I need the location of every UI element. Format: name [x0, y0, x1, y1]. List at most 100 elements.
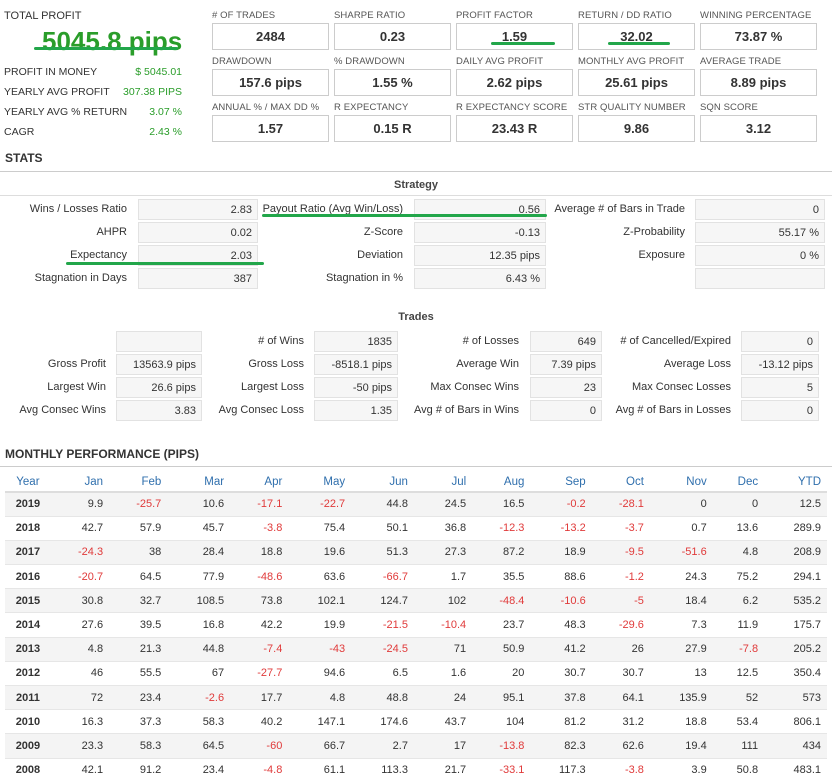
month-value-cell: 37.3: [109, 709, 168, 734]
trades-stat-value: 3.83: [116, 400, 202, 421]
metric-value: 23.43 R: [456, 115, 573, 142]
strategy-stat-label: AHPR: [96, 226, 127, 238]
trades-stat-value: [116, 331, 202, 352]
column-header[interactable]: Jul: [413, 472, 473, 493]
column-header[interactable]: May: [288, 472, 352, 493]
strategy-heading: Strategy: [393, 179, 439, 191]
month-value-cell: 174.6: [351, 709, 414, 734]
table-row: 2013 4.8 21.3 44.8 -7.4 -43 -24.5 71 50.9 41.2 26 2…: [5, 636, 827, 662]
month-value-cell: 17: [413, 733, 473, 759]
metric-value: 0.23: [334, 23, 451, 50]
month-value-cell: -48.4: [472, 588, 531, 613]
column-header[interactable]: Aug: [472, 472, 531, 493]
month-value-cell: 117.3: [530, 757, 592, 782]
month-value-cell: 350.4: [764, 660, 827, 686]
month-value-cell: -24.5: [351, 636, 414, 662]
metric-label: R EXPECTANCY SCORE: [456, 102, 568, 113]
metric-label: ANNUAL % / MAX DD %: [212, 102, 320, 113]
column-header[interactable]: Jun: [351, 472, 414, 493]
year-cell: 2013: [5, 636, 51, 662]
trades-stat-label: Largest Win: [47, 381, 106, 393]
trades-stat-label: Max Consec Losses: [631, 381, 731, 393]
month-value-cell: 48.8: [351, 684, 414, 710]
metric-value: 3.12: [700, 115, 817, 142]
table-row: 2011 72 23.4 -2.6 17.7 4.8 48.8 24 95.1 37.8 64.1 1…: [5, 684, 827, 710]
month-value-cell: 27.6: [50, 612, 110, 638]
month-value-cell: -10.4: [413, 612, 473, 638]
year-cell: 2018: [5, 515, 51, 541]
month-value-cell: 51.3: [351, 539, 414, 565]
column-header[interactable]: Mar: [167, 472, 231, 493]
strategy-stat-value: 12.35 pips: [414, 245, 546, 266]
strategy-stat-label: Expectancy: [70, 249, 127, 261]
month-value-cell: 91.2: [109, 757, 168, 782]
monthly-performance-table: Year Jan Feb Mar Apr May Jun Jul Aug Sep Oct Nov Dec…: [5, 472, 827, 782]
trades-stat-value: 1.35: [314, 400, 398, 421]
table-row: 2017 -24.3 38 28.4 18.8 19.6 51.3 27.3 87.2 18.9-…: [5, 539, 827, 565]
month-value-cell: 0: [649, 491, 713, 517]
column-header[interactable]: Jan: [50, 472, 110, 493]
month-value-cell: 17.7: [230, 684, 289, 710]
trades-stat-label: # of Wins: [258, 335, 304, 347]
column-header[interactable]: Dec: [712, 472, 765, 493]
stats-heading: STATS: [5, 151, 43, 165]
monthly-heading: MONTHLY PERFORMANCE (PIPS): [5, 447, 200, 461]
metric-label: SHARPE RATIO: [334, 10, 406, 21]
metric-value: 0.15 R: [334, 115, 451, 142]
column-header[interactable]: Year: [5, 472, 51, 493]
month-value-cell: 19.9: [288, 612, 352, 638]
trades-stat-value: 0: [741, 331, 819, 352]
month-value-cell: -9.5: [591, 539, 650, 565]
month-value-cell: 1.7: [413, 564, 473, 589]
month-value-cell: 31.2: [591, 709, 650, 734]
month-value-cell: 52: [712, 684, 765, 710]
trades-stat-label: Largest Loss: [241, 381, 304, 393]
profit-summary-value: 307.38 PIPS: [123, 86, 182, 98]
month-value-cell: -7.4: [230, 636, 289, 662]
month-value-cell: -5: [591, 588, 650, 613]
month-value-cell: 24: [413, 684, 473, 710]
column-header[interactable]: Sep: [530, 472, 592, 493]
strategy-stat-label: Stagnation in %: [325, 272, 403, 284]
month-value-cell: 19.6: [288, 539, 352, 565]
metric-label: # OF TRADES: [212, 10, 276, 21]
trades-stat-label: Average Loss: [663, 358, 731, 370]
metric-value: 73.87 %: [700, 23, 817, 50]
payout-ratio-highlight: [262, 214, 547, 217]
metric-card: STR QUALITY NUMBER 9.86: [578, 102, 695, 142]
year-cell: 2016: [5, 564, 51, 589]
month-value-cell: 62.6: [591, 733, 650, 759]
column-header[interactable]: YTD: [764, 472, 827, 493]
strategy-stat-value: 55.17 %: [695, 222, 825, 243]
table-row: 2019 9.9 -25.7 10.6 -17.1 -22.7 44.8 24.5 16.5 -0…: [5, 491, 827, 517]
metric-value: 8.89 pips: [700, 69, 817, 96]
strategy-stat-value: 2.83: [138, 199, 258, 220]
column-header[interactable]: Apr: [230, 472, 289, 493]
trades-stat-label: Max Consec Wins: [430, 381, 519, 393]
column-header[interactable]: Oct: [591, 472, 650, 493]
table-row: 2018 42.7 57.9 45.7 -3.8 75.4 50.1 36.8 -12.3 -13…: [5, 515, 827, 541]
table-row: 2016 -20.7 64.5 77.9 -48.6 63.6 -66.7 1.7 35.5 88…: [5, 564, 827, 589]
column-header[interactable]: Feb: [109, 472, 168, 493]
profit-summary-label: YEARLY AVG % RETURN: [4, 106, 128, 118]
column-header[interactable]: Nov: [649, 472, 713, 493]
month-value-cell: 6.2: [712, 588, 765, 613]
year-cell: 2019: [5, 491, 51, 517]
month-value-cell: 0.7: [649, 515, 713, 541]
month-value-cell: -4.8: [230, 757, 289, 782]
metric-card: SQN SCORE 3.12: [700, 102, 817, 142]
month-value-cell: 43.7: [413, 709, 473, 734]
trades-stat-label: Avg Consec Wins: [19, 404, 106, 416]
trades-stat-label: Avg Consec Loss: [218, 404, 304, 416]
month-value-cell: 18.9: [530, 539, 592, 565]
metric-value: 2484: [212, 23, 329, 50]
month-value-cell: 16.5: [472, 491, 531, 517]
month-value-cell: 81.2: [530, 709, 592, 734]
month-value-cell: 23.4: [167, 757, 231, 782]
trades-heading: Trades: [398, 311, 434, 323]
strategy-stat-value: 0 %: [695, 245, 825, 266]
month-value-cell: -10.6: [530, 588, 592, 613]
month-value-cell: 535.2: [764, 588, 827, 613]
month-value-cell: 73.8: [230, 588, 289, 613]
trades-stat-value: -50 pips: [314, 377, 398, 398]
